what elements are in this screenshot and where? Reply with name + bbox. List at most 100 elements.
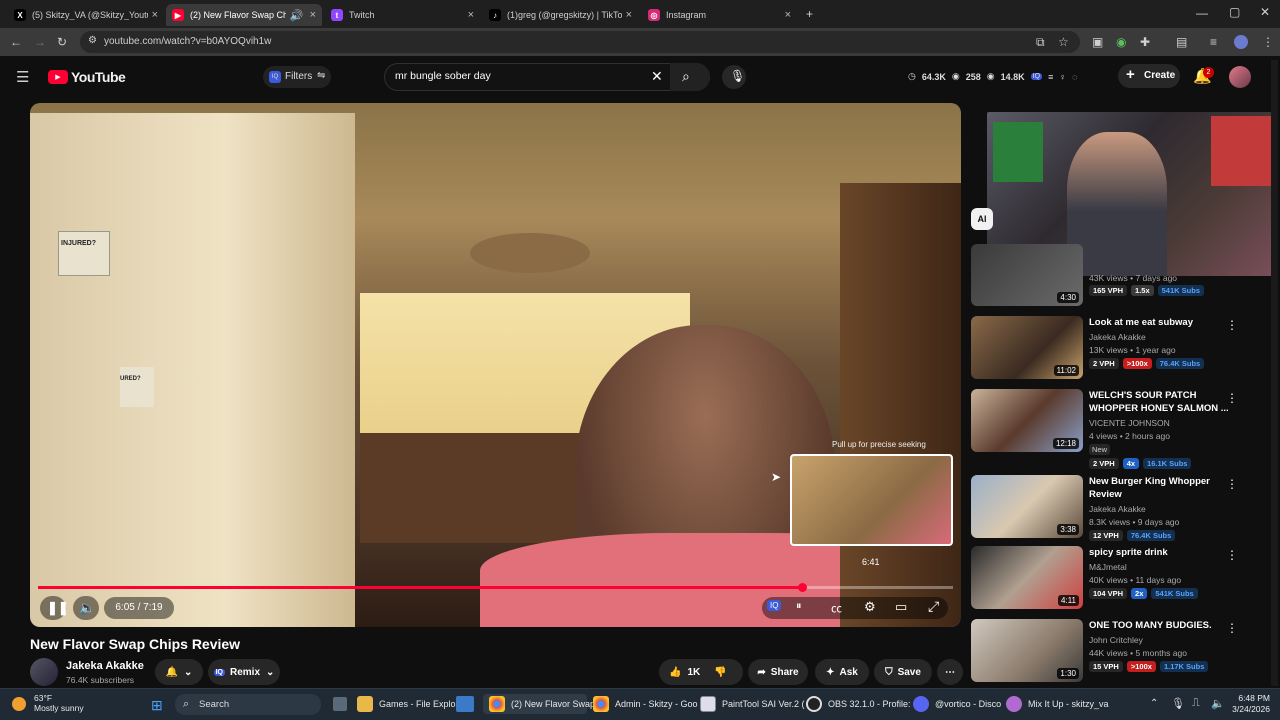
browser-tab-instagram[interactable]: ◎ Instagram × (642, 4, 797, 26)
taskbar-app[interactable]: Mix It Up - skitzy_va (1006, 694, 1109, 714)
chat-icon[interactable]: ◌ (1072, 72, 1077, 82)
task-view-icon[interactable] (333, 697, 347, 711)
close-icon[interactable]: × (152, 9, 158, 21)
more-vertical-icon[interactable]: ⋮ (1226, 548, 1238, 562)
filters-button[interactable]: IQ Filters ⇋ (263, 66, 331, 88)
new-tab-icon[interactable]: + (806, 8, 813, 20)
page-scrollbar[interactable] (1271, 60, 1278, 686)
minimize-icon[interactable]: — (1196, 7, 1208, 19)
related-video-card[interactable]: 4:11 spicy sprite drink M&Jmetal 40K vie… (971, 546, 1276, 612)
more-vertical-icon[interactable]: ⋮ (1226, 621, 1238, 635)
play-pause-button[interactable]: ❚❚ (40, 596, 69, 620)
speaker-icon[interactable]: 🔊 (290, 9, 304, 22)
video-thumbnail[interactable]: 4:11 (971, 546, 1083, 609)
youtube-logo[interactable]: ▶ YouTube (48, 69, 126, 85)
captions-icon[interactable]: ㏄ (831, 600, 842, 616)
sidepanel-icon[interactable]: ▤ (1176, 36, 1187, 48)
browser-tab-twitch[interactable]: t Twitch × (325, 4, 480, 26)
search-input[interactable]: mr bungle sober day (395, 70, 491, 82)
media-icon[interactable]: ≡ (1210, 36, 1217, 48)
progress-scrubber[interactable] (798, 583, 807, 592)
taskbar-app-active[interactable]: (2) New Flavor Swap (483, 694, 595, 714)
like-count[interactable]: 1K (687, 667, 700, 678)
close-window-icon[interactable]: ✕ (1260, 6, 1270, 18)
photos-icon[interactable] (456, 696, 474, 712)
save-button[interactable]: ⛉ Save (874, 659, 932, 685)
taskbar-app[interactable]: OBS 32.1.0 - Profile: (806, 694, 911, 714)
browser-tab-x[interactable]: X (5) Skitzy_VA (@Skitzy_Youtube × (8, 4, 164, 26)
miniplayer-icon[interactable]: ▭ (895, 599, 907, 615)
settings-gear-icon[interactable]: ⚙ (864, 599, 876, 615)
clear-search-icon[interactable]: ✕ (651, 69, 663, 83)
video-player[interactable]: INJURED? URED? (30, 103, 961, 627)
channel-name[interactable]: Jakeka Akakke (1089, 503, 1146, 515)
more-vertical-icon[interactable]: ⋮ (1226, 477, 1238, 491)
browser-tab-youtube[interactable]: ▶ (2) New Flavor Swap Chips 🔊 × (166, 4, 322, 26)
share-button[interactable]: ➦ Share (748, 659, 808, 685)
reload-icon[interactable]: ↻ (57, 36, 67, 48)
network-icon[interactable]: ⎍ (1192, 697, 1200, 710)
maximize-icon[interactable]: ▢ (1229, 6, 1240, 18)
extension-icon[interactable]: ▣ (1092, 36, 1103, 48)
hamburger-icon[interactable]: ☰ (16, 70, 29, 85)
voice-search-button[interactable]: 🎙 (722, 65, 746, 89)
puzzle-icon[interactable]: ✚ (1140, 36, 1150, 48)
remix-button[interactable]: IQ Remix ⌄ (208, 659, 280, 685)
close-icon[interactable]: × (626, 9, 632, 21)
video-title[interactable]: ONE TOO MANY BUDGIES. (1089, 619, 1239, 632)
bookmark-star-icon[interactable]: ☆ (1058, 36, 1069, 48)
related-video-card[interactable]: 11:02 Look at me eat subway Jakeka Akakk… (971, 316, 1276, 382)
close-icon[interactable]: × (310, 9, 316, 21)
browser-tab-tiktok[interactable]: ♪ (1)greg (@gregskitzy) | TikTok × (483, 4, 638, 26)
close-icon[interactable]: × (785, 9, 791, 21)
channel-avatar[interactable] (30, 658, 58, 686)
taskbar-app[interactable]: @vortico - Disco (913, 694, 1001, 714)
chevron-up-icon[interactable]: ⌃ (1150, 698, 1158, 709)
create-button[interactable]: + Create (1118, 64, 1180, 88)
related-video-card[interactable]: 12:18 WELCH'S SOUR PATCH WHOPPER HONEY S… (971, 389, 1276, 469)
list-icon[interactable]: ≡ (1048, 72, 1053, 82)
more-vertical-icon[interactable]: ⋮ (1226, 391, 1238, 405)
filter-chip-all[interactable]: Al (971, 208, 993, 230)
video-title[interactable]: Look at me eat subway (1089, 316, 1239, 329)
forward-icon[interactable]: → (34, 36, 46, 48)
clock[interactable]: 6:48 PM 3/24/2026 (1222, 693, 1270, 715)
taskbar-search[interactable]: ⌕ Search (175, 694, 321, 715)
volume-button[interactable]: 🔈 (73, 596, 99, 620)
mic-tray-icon[interactable]: 🎙 (1171, 697, 1185, 710)
site-info-icon[interactable]: ⚙ (88, 36, 97, 46)
extension-icon[interactable]: ◉ (1116, 36, 1126, 48)
taskbar-app[interactable]: Games - File Explo (357, 694, 456, 714)
lightbulb-icon[interactable]: ♀ (1059, 72, 1066, 82)
windows-start-icon[interactable]: ⊞ (151, 697, 163, 714)
video-thumbnail[interactable]: 1:30 (971, 619, 1083, 682)
vidiq-player-icon[interactable]: IQ (767, 600, 782, 611)
cast-icon[interactable]: ⧉ (1036, 36, 1045, 48)
taskbar-app[interactable]: PaintTool SAI Ver.2 ( (700, 694, 805, 714)
ask-button[interactable]: ✦ Ask (815, 659, 869, 685)
vidiq-icon[interactable]: IQ (1030, 73, 1043, 80)
more-actions-button[interactable]: ⋯ (937, 659, 963, 685)
video-title[interactable]: WELCH'S SOUR PATCH WHOPPER HONEY SALMON … (1089, 389, 1239, 415)
subscription-bell-button[interactable]: 🔔 ⌄ (155, 659, 203, 685)
video-title[interactable]: spicy sprite drink (1089, 546, 1239, 559)
thumbs-down-icon[interactable]: 👎 (714, 667, 726, 678)
taskbar-app[interactable]: Admin - Skitzy - Goo (593, 694, 698, 714)
profile-avatar[interactable] (1234, 35, 1248, 49)
channel-name[interactable]: Jakeka Akakke (66, 660, 144, 672)
video-thumbnail[interactable]: 12:18 (971, 389, 1083, 452)
account-avatar[interactable] (1229, 66, 1251, 88)
related-video-card[interactable]: 3:38 New Burger King Whopper Review Jake… (971, 475, 1276, 541)
menu-kebab-icon[interactable]: ⋮ (1262, 36, 1274, 48)
video-thumbnail[interactable]: 4:30 (971, 244, 1083, 306)
video-title[interactable]: New Burger King Whopper Review (1089, 475, 1239, 501)
video-thumbnail[interactable]: 3:38 (971, 475, 1083, 538)
fullscreen-icon[interactable]: ⤢ (928, 598, 939, 615)
related-video-card[interactable]: 1:30 ONE TOO MANY BUDGIES. John Critchle… (971, 619, 1276, 685)
channel-name[interactable]: VICENTE JOHNSON (1089, 417, 1170, 429)
weather-widget[interactable]: 63°F Mostly sunny (12, 693, 84, 713)
related-video-card[interactable]: 4:30 43K views • 7 days ago 165 VPH 1.5x… (971, 244, 1276, 306)
address-bar[interactable]: ⚙ youtube.com/watch?v=b0AYOQvih1w (80, 31, 1080, 53)
video-thumbnail[interactable]: 11:02 (971, 316, 1083, 379)
channel-name[interactable]: M&Jmetal (1089, 561, 1127, 573)
